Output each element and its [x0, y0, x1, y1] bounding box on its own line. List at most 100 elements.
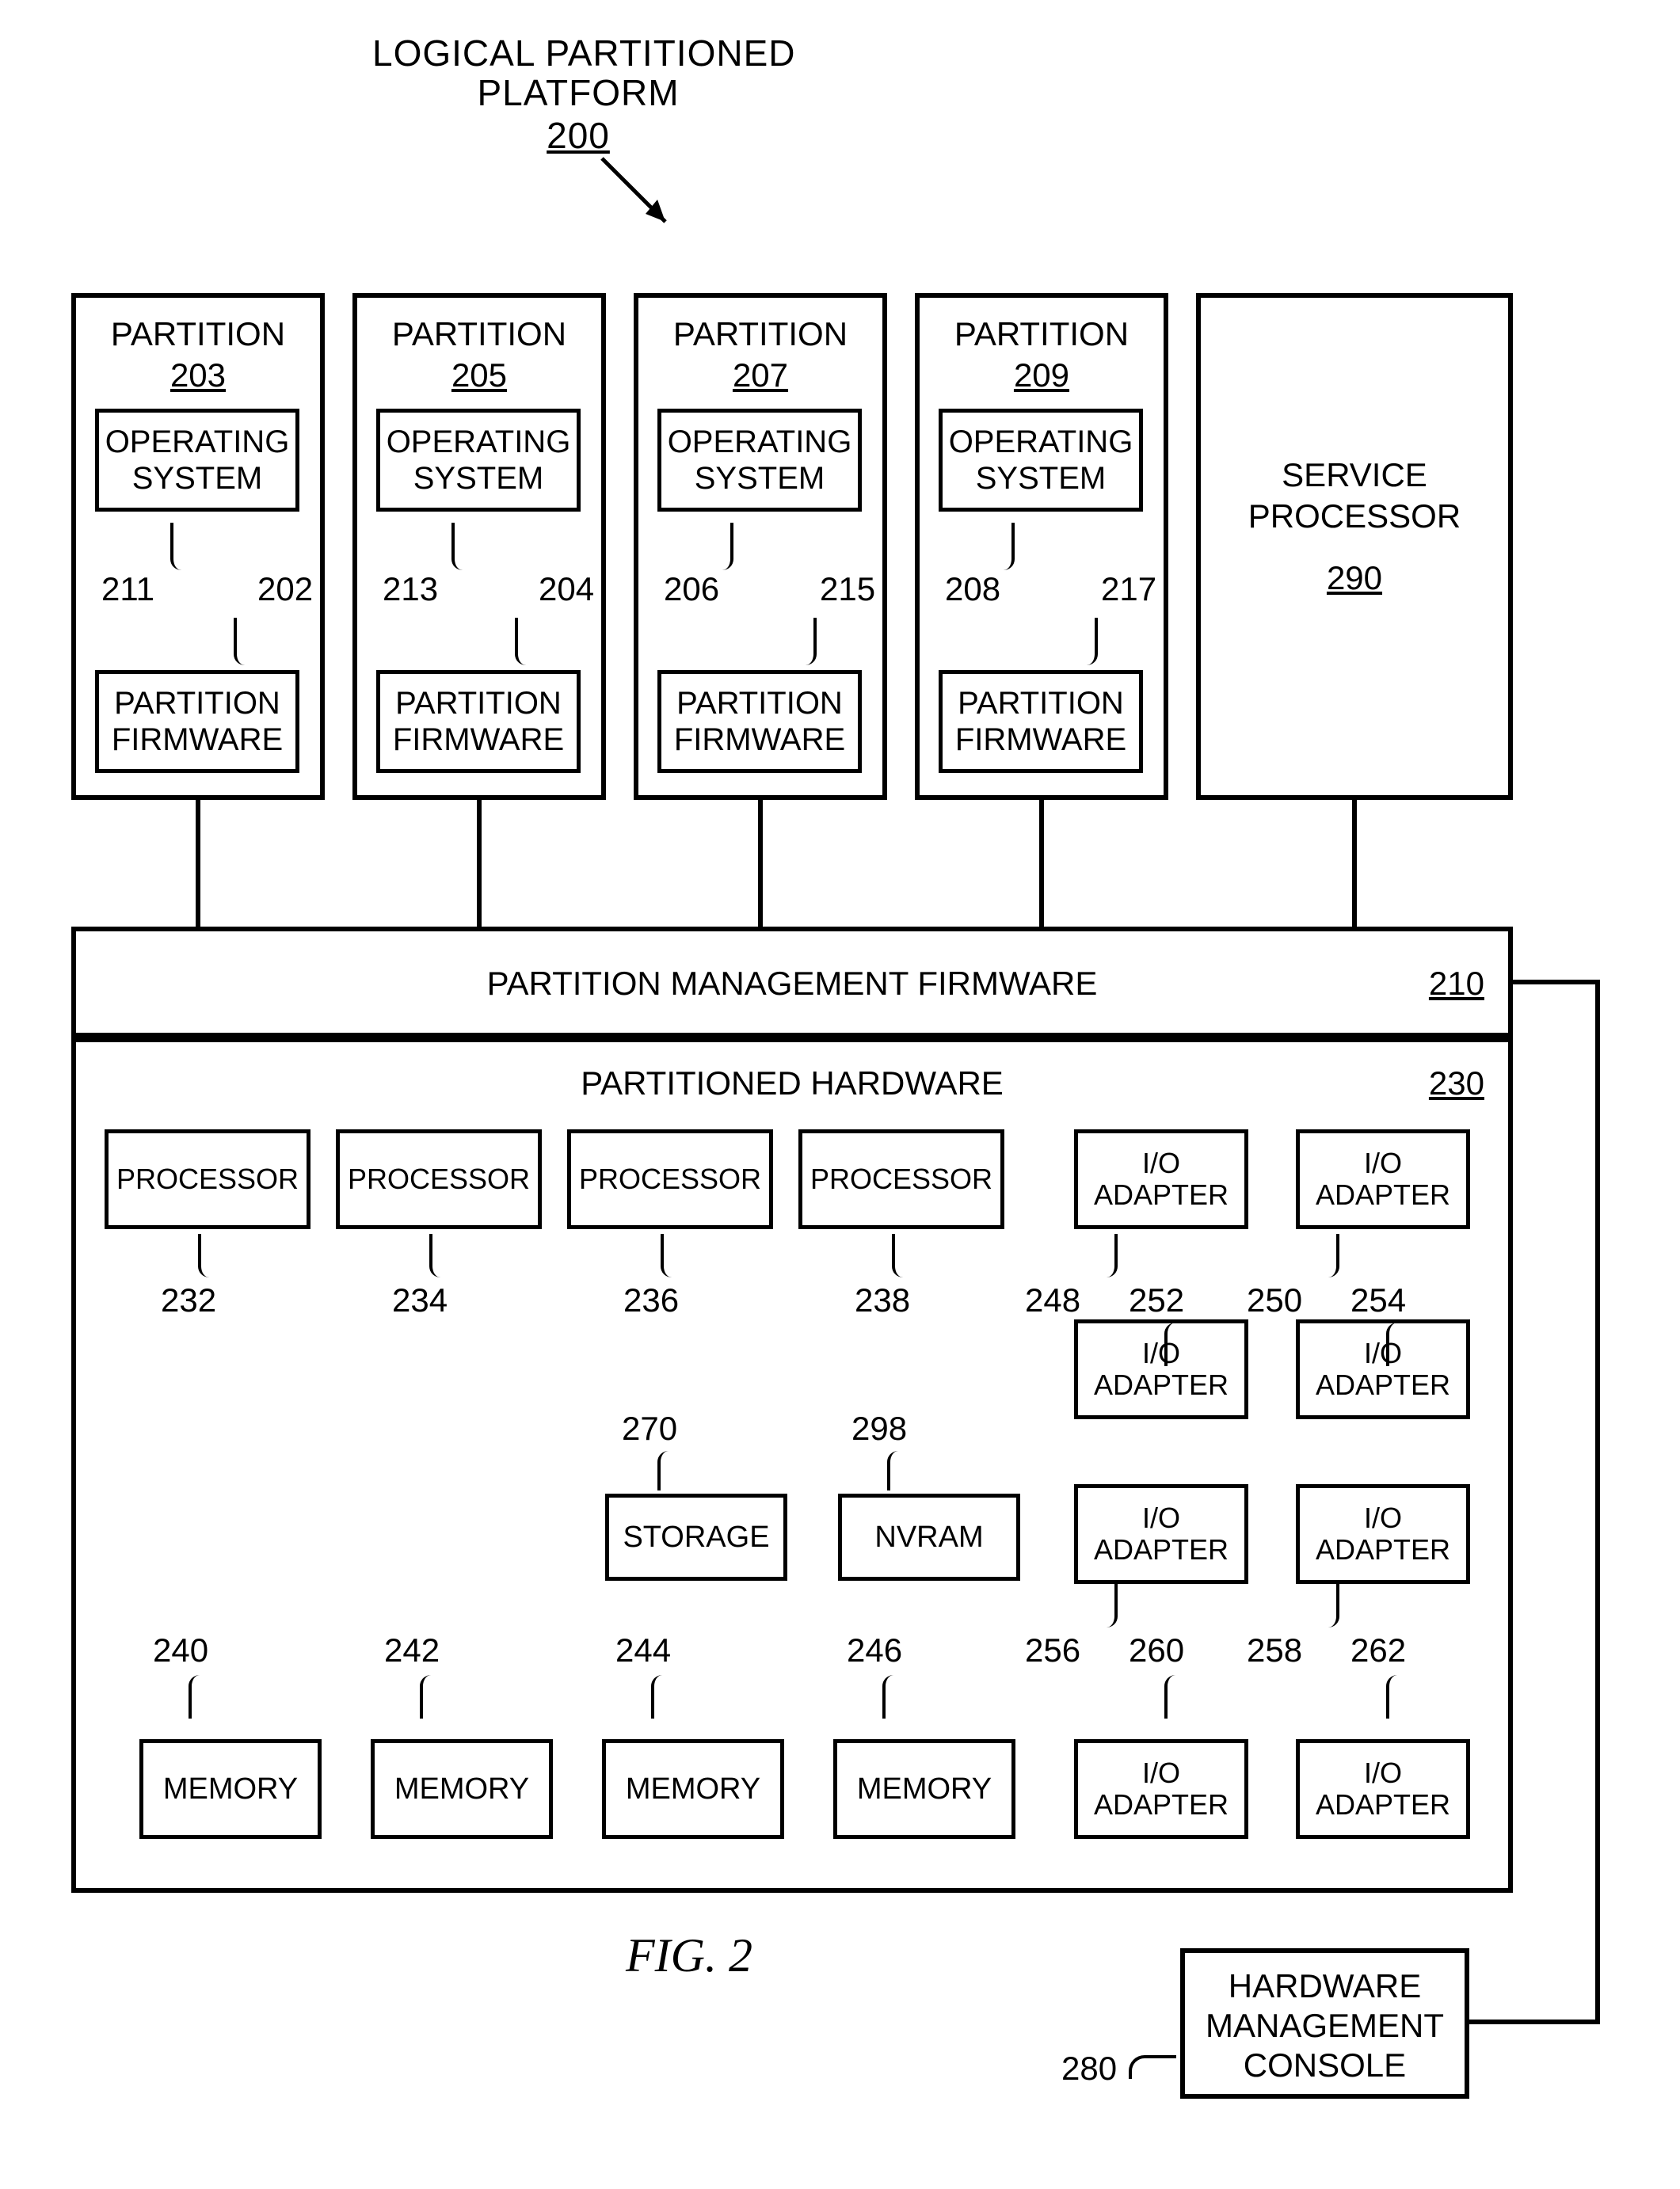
partition-3-title: PARTITION: [638, 315, 882, 353]
partition-1-os: OPERATING SYSTEM: [95, 409, 299, 512]
partition-2-title: PARTITION: [357, 315, 601, 353]
hmc-line-h1: [1513, 980, 1600, 984]
pmf-label: PARTITION MANAGEMENT FIRMWARE: [76, 965, 1508, 1003]
storage-box: STORAGE: [605, 1494, 787, 1581]
io-adapter-258: I/O ADAPTER: [1296, 1484, 1470, 1584]
partition-2-os: OPERATING SYSTEM: [376, 409, 581, 512]
tick-p3-fw: [804, 618, 817, 665]
ph-label: PARTITIONED HARDWARE: [76, 1064, 1508, 1102]
io-adapter-250: I/O ADAPTER: [1296, 1129, 1470, 1229]
pmf-box: PARTITION MANAGEMENT FIRMWARE 210: [71, 927, 1513, 1037]
memory-3: MEMORY: [602, 1739, 784, 1839]
tick-280: [1129, 2055, 1176, 2079]
ref-252: 252: [1129, 1281, 1184, 1319]
conn-p1: [196, 800, 200, 927]
partition-2-osref: 204: [539, 570, 594, 608]
service-processor: SERVICE PROCESSOR 290: [1196, 293, 1513, 800]
ref-238: 238: [855, 1281, 910, 1319]
tick-240: [189, 1675, 201, 1719]
partition-1-title: PARTITION: [76, 315, 320, 353]
tick-p3-os: [721, 523, 733, 570]
ref-250: 250: [1247, 1281, 1302, 1319]
tick-232: [198, 1234, 211, 1277]
conn-p4: [1039, 800, 1044, 927]
ref-240: 240: [153, 1631, 208, 1669]
io-adapter-252: I/O ADAPTER: [1074, 1319, 1248, 1419]
io-adapter-260: I/O ADAPTER: [1074, 1739, 1248, 1839]
tick-p4-fw: [1085, 618, 1098, 665]
ref-242: 242: [384, 1631, 440, 1669]
ref-256: 256: [1025, 1631, 1080, 1669]
hmc-box: HARDWARE MANAGEMENT CONSOLE: [1180, 1948, 1469, 2099]
io-adapter-248: I/O ADAPTER: [1074, 1129, 1248, 1229]
tick-236: [661, 1234, 673, 1277]
service-l1: SERVICE: [1201, 456, 1508, 494]
ph-box: PARTITIONED HARDWARE 230 PROCESSOR PROCE…: [71, 1037, 1513, 1893]
pmf-ref: 210: [1429, 965, 1484, 1003]
partition-2-fwref: 213: [383, 570, 438, 608]
ref-234: 234: [392, 1281, 448, 1319]
service-ref: 290: [1201, 559, 1508, 597]
memory-1: MEMORY: [139, 1739, 322, 1839]
ref-244: 244: [615, 1631, 671, 1669]
diagram-root: LOGICAL PARTITIONED PLATFORM 200 PARTITI…: [32, 32, 1648, 2157]
partition-4: PARTITION 209 OPERATING SYSTEM PARTITION…: [915, 293, 1168, 800]
tick-244: [651, 1675, 664, 1719]
partition-1: PARTITION 203 OPERATING SYSTEM PARTITION…: [71, 293, 325, 800]
tick-258: [1327, 1584, 1339, 1627]
ref-260: 260: [1129, 1631, 1184, 1669]
tick-p1-os: [170, 523, 183, 570]
figure-caption: FIG. 2: [626, 1928, 752, 1983]
io-adapter-262: I/O ADAPTER: [1296, 1739, 1470, 1839]
partition-2: PARTITION 205 OPERATING SYSTEM PARTITION…: [352, 293, 606, 800]
ref-262: 262: [1350, 1631, 1406, 1669]
tick-254: [1386, 1323, 1399, 1366]
conn-sp: [1352, 800, 1357, 927]
title-line1: LOGICAL PARTITIONED: [372, 32, 784, 74]
hmc-l3: CONSOLE: [1185, 2046, 1465, 2084]
title-ref: 200: [372, 114, 784, 157]
tick-242: [420, 1675, 432, 1719]
partition-2-fw: PARTITION FIRMWARE: [376, 670, 581, 773]
tick-p1-fw: [234, 618, 246, 665]
hmc-l2: MANAGEMENT: [1185, 2007, 1465, 2045]
partition-3-fw: PARTITION FIRMWARE: [657, 670, 862, 773]
memory-2: MEMORY: [371, 1739, 553, 1839]
tick-252: [1164, 1323, 1177, 1366]
title-arrow: [586, 150, 697, 253]
partition-2-ref: 205: [357, 356, 601, 394]
ref-246: 246: [847, 1631, 902, 1669]
partition-3-ref: 207: [638, 356, 882, 394]
ref-258: 258: [1247, 1631, 1302, 1669]
nvram-box: NVRAM: [838, 1494, 1020, 1581]
partition-1-osref: 202: [257, 570, 313, 608]
partition-4-title: PARTITION: [920, 315, 1164, 353]
hmc-l1: HARDWARE: [1185, 1967, 1465, 2005]
partition-1-ref: 203: [76, 356, 320, 394]
partition-4-fw: PARTITION FIRMWARE: [939, 670, 1143, 773]
ref-232: 232: [161, 1281, 216, 1319]
service-l2: PROCESSOR: [1201, 497, 1508, 535]
tick-p4-os: [1002, 523, 1015, 570]
partition-3-os: OPERATING SYSTEM: [657, 409, 862, 512]
partition-4-os: OPERATING SYSTEM: [939, 409, 1143, 512]
tick-260: [1164, 1675, 1177, 1719]
partition-1-fw: PARTITION FIRMWARE: [95, 670, 299, 773]
partition-4-fwref: 217: [1101, 570, 1156, 608]
tick-298: [887, 1451, 900, 1490]
partition-4-osref: 208: [945, 570, 1000, 608]
tick-p2-os: [451, 523, 464, 570]
hmc-line-v: [1595, 980, 1600, 2022]
tick-270: [657, 1451, 670, 1490]
ref-280: 280: [1061, 2050, 1117, 2088]
tick-p2-fw: [515, 618, 528, 665]
memory-4: MEMORY: [833, 1739, 1015, 1839]
tick-246: [882, 1675, 895, 1719]
processor-1: PROCESSOR: [105, 1129, 310, 1229]
partition-3: PARTITION 207 OPERATING SYSTEM PARTITION…: [634, 293, 887, 800]
ph-ref: 230: [1429, 1064, 1484, 1102]
hmc-line-h2: [1469, 2020, 1600, 2024]
ref-298: 298: [851, 1410, 907, 1448]
ref-254: 254: [1350, 1281, 1406, 1319]
io-adapter-254: I/O ADAPTER: [1296, 1319, 1470, 1419]
